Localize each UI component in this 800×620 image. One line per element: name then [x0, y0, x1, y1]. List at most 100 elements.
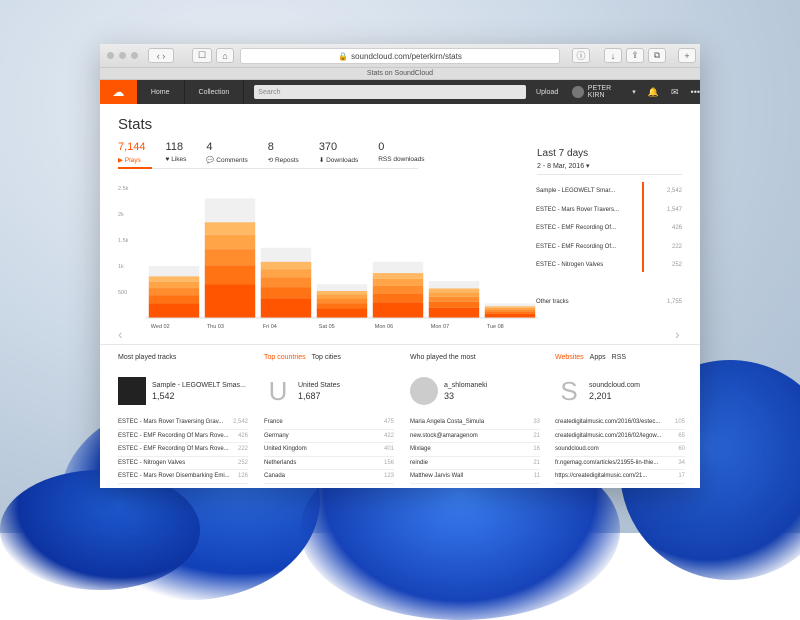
maximize-window-button[interactable]	[131, 52, 138, 59]
y-tick-label: 1k	[118, 264, 124, 270]
bar-segment	[316, 294, 368, 299]
list-item[interactable]: reindie 21	[410, 457, 540, 470]
item-value: 65	[678, 432, 685, 439]
tab-top-cities[interactable]: Top cities	[312, 354, 341, 361]
who-played-section: Who played the most a_shlomaneki 33 Mari…	[410, 354, 540, 484]
bar[interactable]	[428, 281, 480, 318]
avatar	[572, 86, 584, 98]
tabs-icon[interactable]: ⧉	[648, 48, 666, 63]
more-icon[interactable]: •••	[691, 87, 700, 97]
track-breakdown-row[interactable]: ESTEC - Nitrogen Valves 252	[536, 256, 682, 275]
bell-icon[interactable]: 🔔	[648, 87, 659, 98]
bar[interactable]	[148, 266, 200, 318]
date-range[interactable]: Last 7 days 2 - 8 Mar, 2016 ▾	[537, 148, 590, 170]
bar[interactable]	[204, 198, 256, 318]
list-item[interactable]: createdigitalmusic.com/2016/03/estec... 1…	[555, 416, 685, 430]
track-breakdown-row[interactable]: ESTEC - Mars Rover Travers... 1,547	[536, 201, 682, 220]
close-window-button[interactable]	[107, 52, 114, 59]
bar-segment	[148, 288, 200, 296]
list-item[interactable]: Netherlands 156	[264, 457, 394, 470]
share-icon[interactable]: ⇪	[626, 48, 644, 63]
chevron-right-icon[interactable]: ›	[675, 326, 680, 342]
item-value: 126	[237, 473, 248, 480]
new-tab-button[interactable]: +	[678, 48, 696, 63]
tab-title[interactable]: Stats on SoundCloud	[100, 68, 700, 80]
range-dropdown[interactable]: 2 - 8 Mar, 2016 ▾	[537, 162, 590, 170]
user-menu[interactable]: PETER KIRN ▾	[572, 85, 636, 99]
list-item[interactable]: ESTEC - EMF Recording Of Mars Rove... 222	[118, 443, 248, 457]
tab-websites[interactable]: Websites	[555, 354, 584, 361]
list-item[interactable]: ESTEC - EMF Recording Of Mars Rove... 426	[118, 430, 248, 443]
active-indicator	[118, 167, 152, 169]
top-track-name[interactable]: Sample - LEGOWELT Smas...	[152, 382, 246, 389]
track-breakdown-row[interactable]: ESTEC - EMF Recording Of... 222	[536, 238, 682, 257]
counter-value: 370	[318, 141, 338, 153]
info-icon[interactable]: ⓘ	[572, 48, 590, 63]
list-item[interactable]: createdigitalmusic.com/2016/02/legow... 6…	[555, 430, 685, 443]
nav-collection[interactable]: Collection	[185, 80, 245, 104]
list-item[interactable]: United Kingdom 401	[264, 443, 394, 457]
top-website-name[interactable]: soundcloud.com	[589, 382, 640, 389]
list-item[interactable]: fr.ngemag.com/articles/21955-lin-thie...…	[555, 457, 685, 470]
list-item[interactable]: Mixlage 16	[410, 443, 540, 457]
bar[interactable]	[260, 247, 312, 318]
bar[interactable]	[316, 284, 368, 318]
minimize-window-button[interactable]	[119, 52, 126, 59]
stat-counter[interactable]: 8 ⟲ Reposts	[268, 141, 299, 164]
track-artwork[interactable]	[118, 377, 146, 405]
stat-counter[interactable]: 0 RSS downloads	[378, 141, 424, 164]
bar[interactable]	[372, 261, 424, 318]
stat-counter[interactable]: 7,144 ▶ Plays	[118, 141, 146, 164]
bar-segment	[428, 288, 480, 293]
lock-icon: 🔒	[338, 51, 349, 61]
sidebar-icon[interactable]: ☐	[192, 48, 212, 63]
track-breakdown-row[interactable]: Sample - LEGOWELT Smar... 2,542	[536, 182, 682, 201]
track-breakdown-row[interactable]: ESTEC - EMF Recording Of... 426	[536, 219, 682, 238]
tab-rss[interactable]: RSS	[612, 354, 626, 361]
list-item[interactable]: new.stock@amaragenom 21	[410, 430, 540, 443]
window-controls	[107, 52, 138, 59]
list-item[interactable]: Maria Angela Costa_Simula 33	[410, 416, 540, 430]
item-name: ESTEC - EMF Recording Of Mars Rove...	[118, 432, 229, 439]
item-name: Germany	[264, 432, 289, 439]
tab-apps[interactable]: Apps	[590, 354, 606, 361]
bar-segment	[204, 284, 256, 318]
tab-top-countries[interactable]: Top countries	[264, 354, 306, 361]
list-item[interactable]: Germany 422	[264, 430, 394, 443]
stat-counter[interactable]: 4 💬 Comments	[206, 141, 247, 164]
search-input[interactable]: Search	[254, 85, 527, 99]
address-bar[interactable]: 🔒 soundcloud.com/peterkirn/stats	[240, 48, 560, 64]
soundcloud-logo-icon[interactable]: ☁	[100, 80, 137, 104]
item-value: 123	[383, 473, 394, 480]
track-plays: 252	[671, 262, 682, 269]
download-icon[interactable]: ↓	[604, 48, 622, 63]
bar[interactable]	[484, 303, 536, 318]
listener-avatar[interactable]	[410, 377, 438, 405]
stat-counter[interactable]: 370 ⬇ Downloads	[319, 141, 358, 164]
list-item[interactable]: soundcloud.com 60	[555, 443, 685, 457]
top-listener-name[interactable]: a_shlomaneki	[444, 382, 487, 389]
bar-segment	[204, 234, 256, 250]
back-forward-buttons[interactable]: ‹ ›	[148, 48, 174, 63]
list-item[interactable]: ESTEC - Nitrogen Valves 252	[118, 457, 248, 470]
item-value: 2,542	[232, 419, 248, 426]
nav-home[interactable]: Home	[137, 80, 185, 104]
track-name: Sample - LEGOWELT Smar...	[536, 188, 616, 195]
bar-segment	[484, 307, 536, 310]
list-item[interactable]: France 475	[264, 416, 394, 430]
track-name: ESTEC - EMF Recording Of...	[536, 225, 617, 232]
list-item[interactable]: Matthew Jarvis Wall 11	[410, 470, 540, 484]
mail-icon[interactable]: ✉	[671, 87, 679, 98]
list-item[interactable]: ESTEC - Mars Rover Disembarking Emi... 12…	[118, 470, 248, 484]
upload-link[interactable]: Upload	[536, 89, 558, 96]
list-item[interactable]: https://createdigitalmusic.com/21... 17	[555, 470, 685, 484]
browser-window: ‹ › ☐ ⌂ P ≡ ◐ 🔒 soundcloud.com/peterkirn…	[100, 44, 700, 488]
track-breakdown-row[interactable]: Other tracks 1,755	[536, 293, 682, 312]
list-item[interactable]: ESTEC - Mars Rover Traversing Grav... 2,5…	[118, 416, 248, 430]
chevron-left-icon[interactable]: ‹	[118, 326, 123, 342]
stat-counter[interactable]: 118 ♥ Likes	[166, 141, 187, 164]
list-item[interactable]: Canada 123	[264, 470, 394, 484]
home-icon[interactable]: ⌂	[216, 48, 234, 63]
bar-segment	[484, 306, 536, 308]
top-listener-value: 33	[444, 390, 455, 401]
